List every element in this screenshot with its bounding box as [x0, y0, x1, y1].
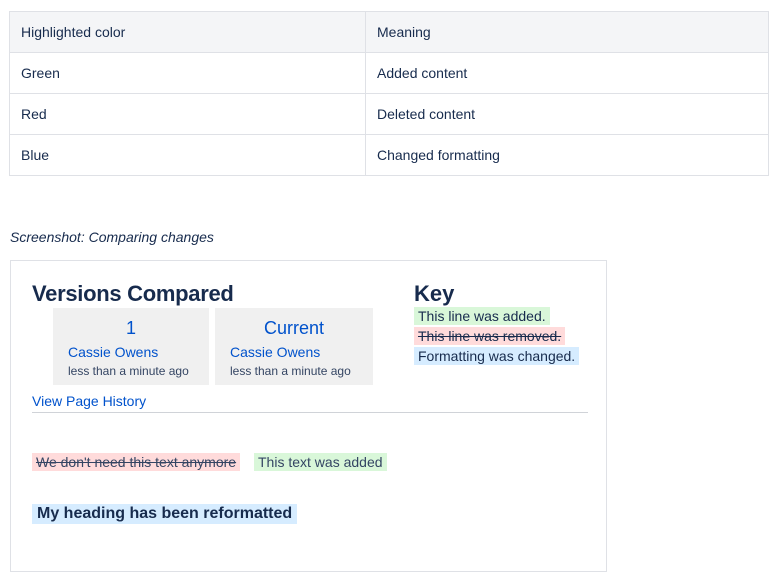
page: Highlighted color Meaning Green Added co…	[0, 0, 781, 587]
key-added: This line was added.	[414, 307, 550, 325]
color-legend-table: Highlighted color Meaning Green Added co…	[9, 11, 769, 176]
table-row: Green Added content	[9, 52, 769, 94]
key-changed: Formatting was changed.	[414, 347, 580, 365]
screenshot-caption: Screenshot: Comparing changes	[10, 229, 214, 245]
version-author-link[interactable]: Cassie Owens	[230, 344, 320, 360]
header-meaning: Meaning	[365, 11, 769, 53]
table-row: Blue Changed formatting	[9, 134, 769, 176]
view-page-history-link[interactable]: View Page History	[32, 393, 146, 409]
version-box-1: 1 Cassie Owens less than a minute ago	[53, 308, 209, 385]
table-cell: Deleted content	[365, 93, 769, 135]
table-cell: Blue	[9, 134, 366, 176]
version-current-link[interactable]: Current	[215, 318, 373, 339]
divider	[32, 412, 588, 413]
key-title: Key	[414, 281, 455, 306]
versions-compared-screenshot: Versions Compared 1 Cassie Owens less th…	[10, 260, 607, 572]
key-removed: This line was removed.	[414, 327, 566, 345]
table-cell: Green	[9, 52, 366, 94]
table-header-row: Highlighted color Meaning	[9, 11, 769, 53]
table-cell: Red	[9, 93, 366, 135]
version-time: less than a minute ago	[230, 364, 351, 378]
version-number-link[interactable]: 1	[53, 318, 209, 339]
version-box-current: Current Cassie Owens less than a minute …	[215, 308, 373, 385]
version-time: less than a minute ago	[68, 364, 189, 378]
table-cell: Added content	[365, 52, 769, 94]
diff-removed-text: We don't need this text anymore	[32, 453, 241, 471]
table-cell: Changed formatting	[365, 134, 769, 176]
diff-added-text: This text was added	[254, 453, 387, 471]
diff-reformatted-heading: My heading has been reformatted	[32, 504, 298, 524]
table-row: Red Deleted content	[9, 93, 769, 135]
version-author-link[interactable]: Cassie Owens	[68, 344, 158, 360]
header-highlighted-color: Highlighted color	[9, 11, 366, 53]
versions-compared-title: Versions Compared	[32, 281, 234, 306]
